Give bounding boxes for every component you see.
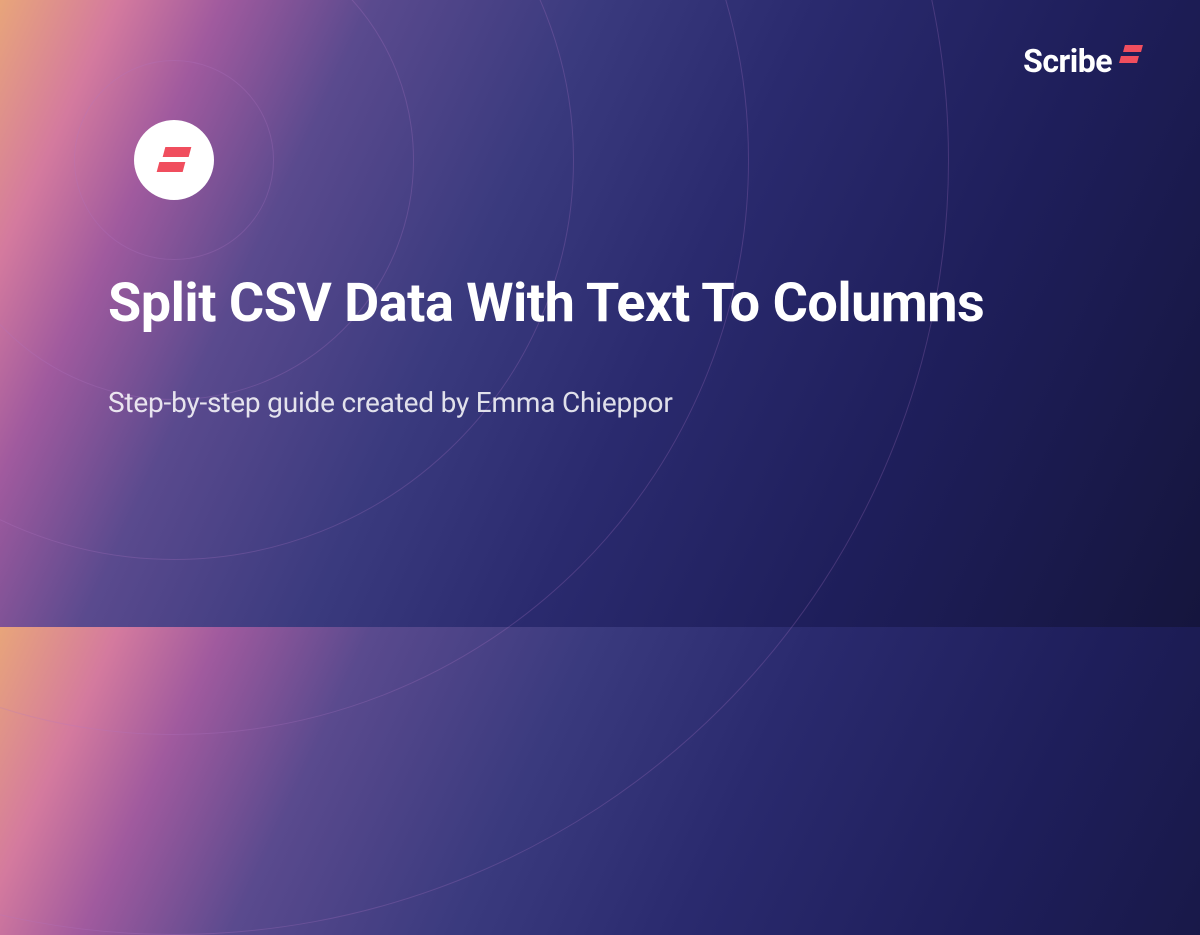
scribe-mark-icon — [1118, 44, 1144, 66]
brand-name: Scribe — [1023, 42, 1112, 80]
card-content: Split CSV Data With Text To Columns Step… — [108, 270, 1140, 419]
app-icon-badge — [134, 120, 214, 200]
scribe-mark-icon — [156, 145, 192, 175]
card-subtitle: Step-by-step guide created by Emma Chiep… — [108, 386, 1140, 419]
brand-logo: Scribe — [1023, 42, 1144, 80]
card-title: Split CSV Data With Text To Columns — [108, 270, 1140, 338]
